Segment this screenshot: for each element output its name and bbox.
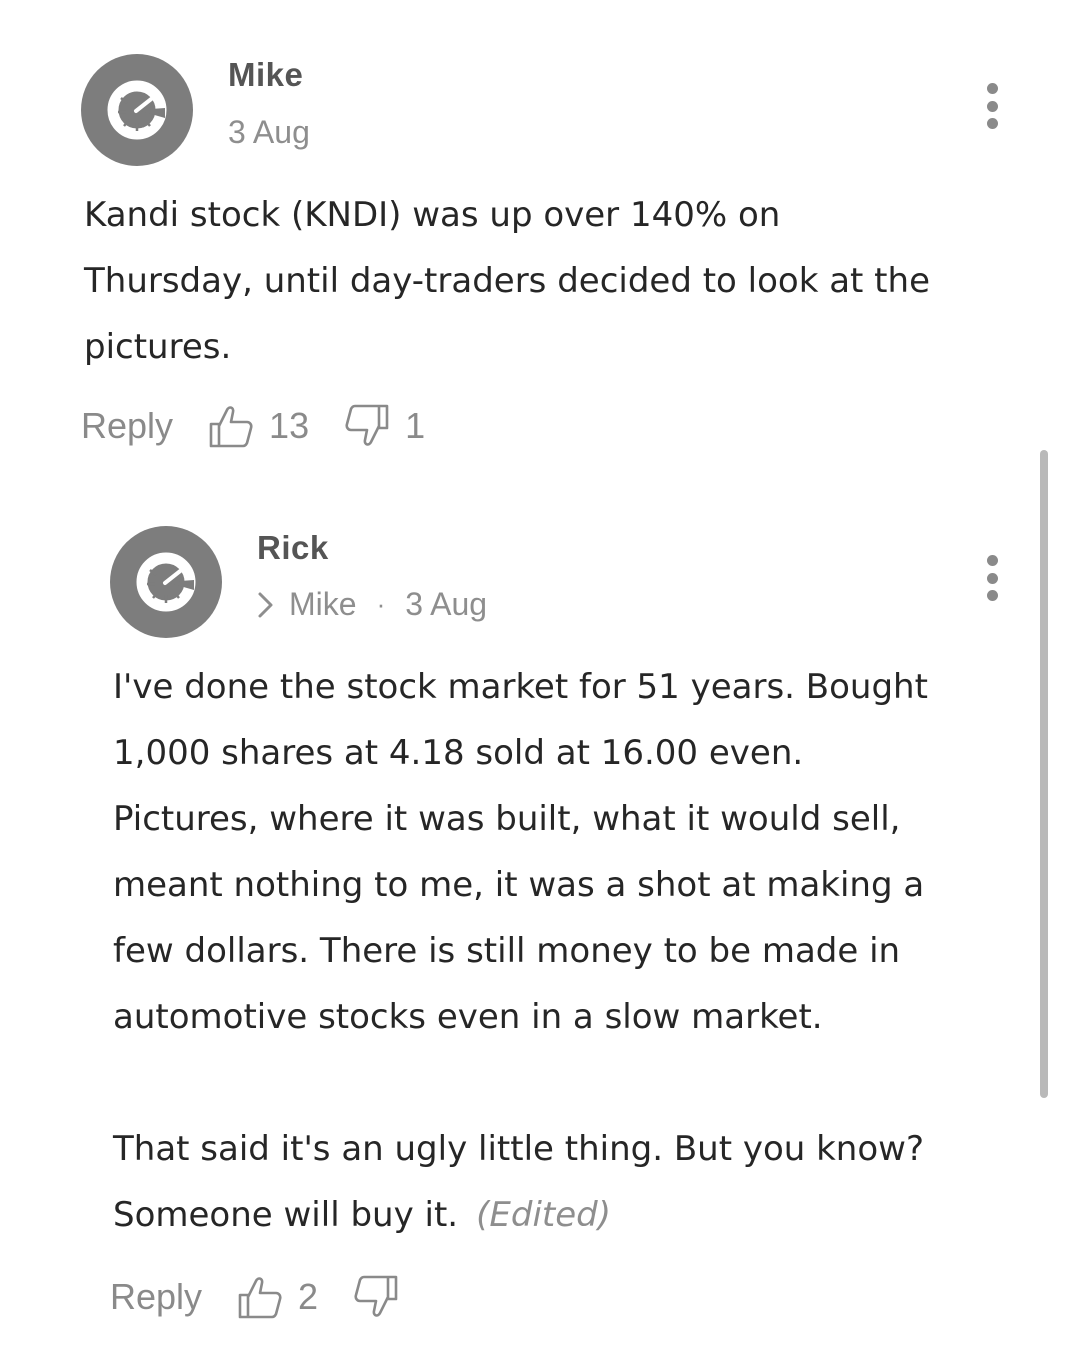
- downvote-count: 1: [405, 405, 426, 446]
- reply-button[interactable]: Reply: [110, 1276, 202, 1318]
- reply-to-author[interactable]: Mike: [289, 586, 357, 623]
- avatar[interactable]: [110, 526, 222, 638]
- more-options-button[interactable]: [982, 555, 1002, 601]
- comment-actions: Reply 2: [110, 1273, 400, 1321]
- upvote-button[interactable]: 2: [236, 1273, 352, 1321]
- upvote-count: 2: [298, 1276, 319, 1317]
- comment-line: That said it's an ugly little thing. But…: [113, 1129, 925, 1169]
- comment-line: Thursday, until day-traders decided to l…: [84, 261, 930, 301]
- meta-separator: ·: [376, 589, 386, 619]
- thumbs-up-icon: [238, 1277, 282, 1319]
- edited-label: (Edited): [476, 1195, 611, 1235]
- more-options-button[interactable]: [982, 83, 1002, 129]
- comment-line: Someone will buy it.: [113, 1195, 459, 1235]
- comment-date: 3 Aug: [405, 586, 488, 622]
- thumbs-down-icon: [345, 404, 389, 446]
- comment-line-with-edited: Someone will buy it. (Edited): [113, 1182, 1033, 1248]
- gauge-logo-icon: [136, 552, 196, 612]
- comment-body: I've done the stock market for 51 years.…: [113, 654, 1033, 1248]
- comment-line: Pictures, where it was built, what it wo…: [113, 799, 901, 839]
- comment-line: meant nothing to me, it was a shot at ma…: [113, 865, 925, 905]
- comment-actions: Reply 13 1: [81, 402, 459, 450]
- comment-meta: Mike · 3 Aug: [257, 586, 487, 623]
- gauge-logo-icon: [107, 80, 167, 140]
- downvote-button[interactable]: 1: [343, 402, 459, 450]
- comment-body: Kandi stock (KNDI) was up over 140% on T…: [84, 182, 1044, 380]
- comment-line: 1,000 shares at 4.18 sold at 16.00 even.: [113, 733, 804, 773]
- thumbs-down-icon: [354, 1275, 398, 1317]
- comment-date: 3 Aug: [228, 114, 310, 150]
- comment-author[interactable]: Rick: [257, 529, 329, 567]
- comment-meta: 3 Aug: [228, 114, 310, 151]
- comment-author[interactable]: Mike: [228, 56, 303, 94]
- kebab-menu-icon: [986, 83, 998, 94]
- comment-line: pictures.: [84, 327, 232, 367]
- thumbs-up-icon: [209, 406, 253, 448]
- downvote-button[interactable]: [352, 1273, 400, 1321]
- comment-line: Kandi stock (KNDI) was up over 140% on: [84, 195, 781, 235]
- comment-line: few dollars. There is still money to be …: [113, 931, 901, 971]
- upvote-count: 13: [269, 405, 310, 446]
- comment-line: I've done the stock market for 51 years.…: [113, 667, 928, 707]
- kebab-menu-icon: [986, 555, 998, 566]
- scrollbar[interactable]: [1040, 450, 1048, 1098]
- reply-button[interactable]: Reply: [81, 405, 173, 447]
- upvote-button[interactable]: 13: [207, 402, 343, 450]
- comment-line: automotive stocks even in a slow market.: [113, 997, 823, 1037]
- chevron-right-icon: [257, 590, 275, 620]
- avatar[interactable]: [81, 54, 193, 166]
